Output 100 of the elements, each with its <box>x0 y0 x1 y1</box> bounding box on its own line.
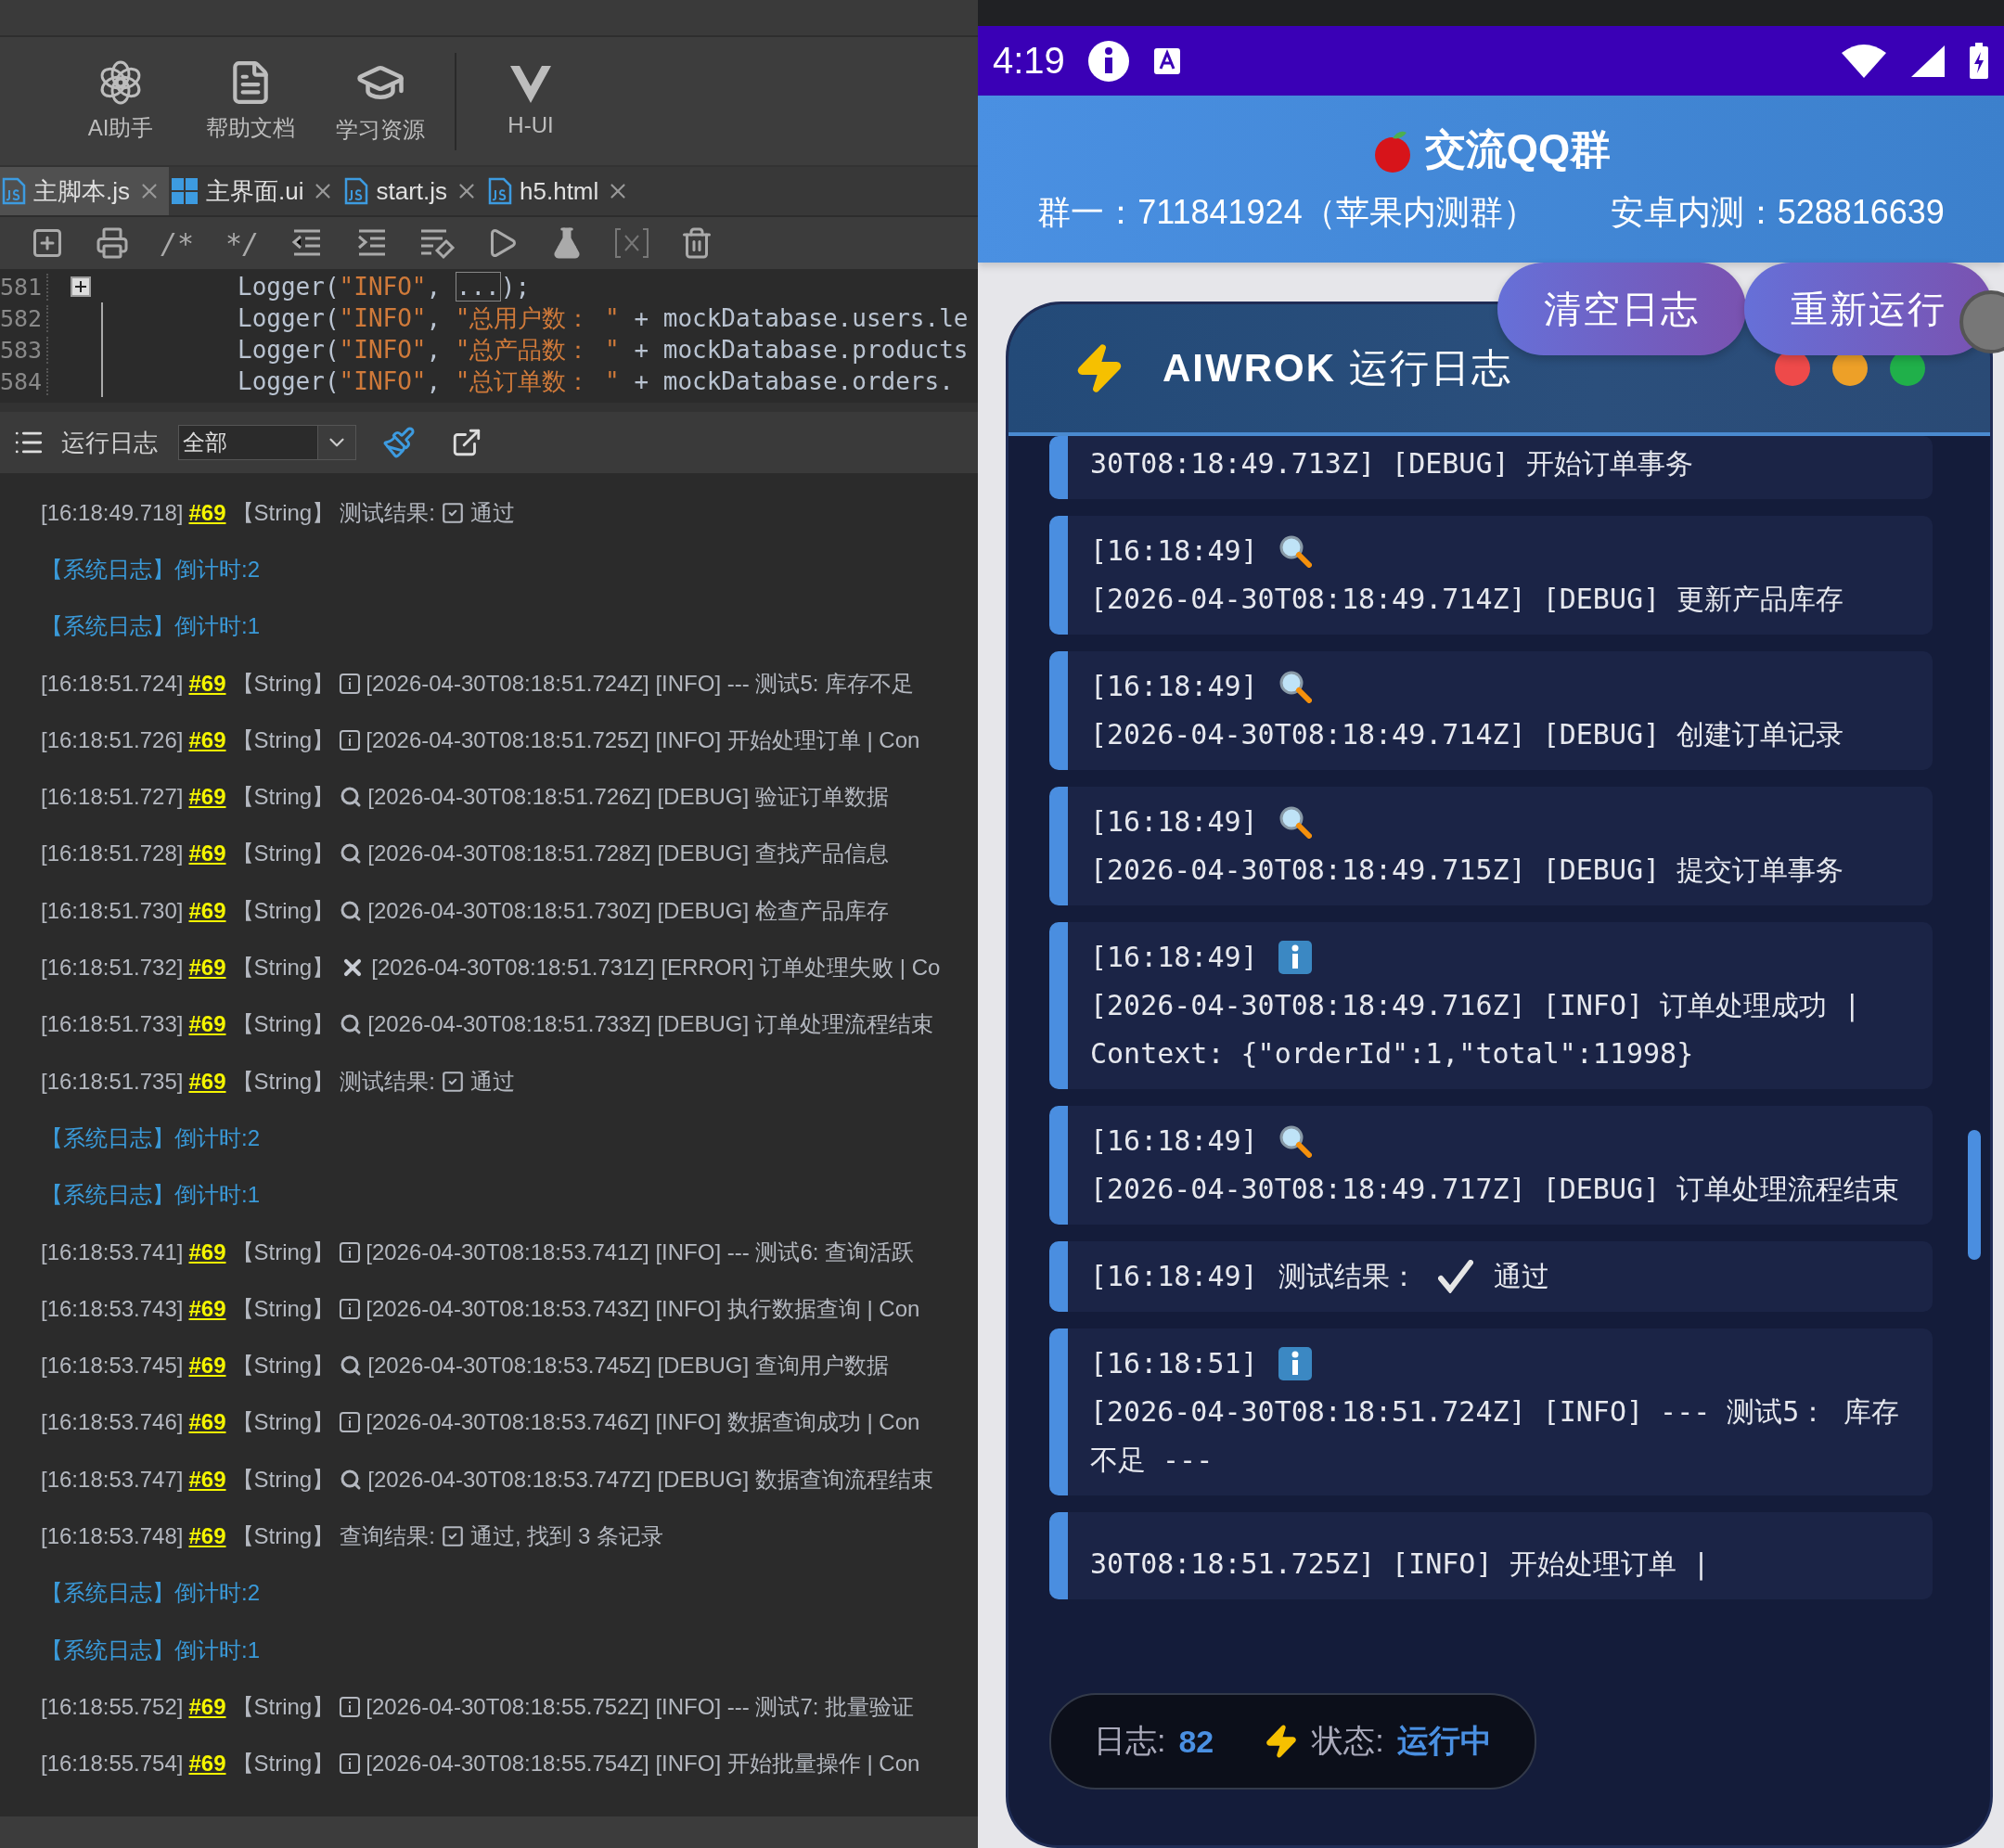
toolbar-button[interactable]: 学习资源 <box>315 45 445 157</box>
clock: 4:19 <box>993 40 1065 82</box>
log-source-link[interactable]: #69 <box>188 1466 226 1493</box>
log-source-link[interactable]: #69 <box>188 1011 226 1038</box>
info-icon <box>340 673 361 694</box>
log-source-link[interactable]: #69 <box>188 1068 226 1095</box>
file-tab[interactable]: start.js <box>342 167 487 215</box>
log-message: [2026-04-30T08:18:53.746Z] [INFO] 数据查询成功 | Con <box>366 1408 920 1437</box>
log-type: 【String】 <box>231 1067 335 1096</box>
log-time: [16:18:49] <box>1090 940 1258 975</box>
export-icon <box>451 427 482 458</box>
tab-label: h5.html <box>520 176 599 206</box>
expand-icon[interactable] <box>71 276 91 297</box>
log-time: [16:18:51] <box>1090 1346 1258 1381</box>
toolbar-button[interactable]: H-UI <box>466 45 596 157</box>
action-button[interactable]: 清空日志 <box>1497 263 1746 355</box>
log-time: [16:18:51.730] <box>41 897 184 924</box>
log-time: [16:18:51.732] <box>41 955 184 981</box>
log-source-link[interactable]: #69 <box>188 1693 226 1720</box>
log-type: 【String】 <box>231 725 335 754</box>
search-icon <box>340 1468 363 1491</box>
keyboard-icon <box>1151 45 1182 76</box>
log-type: 【String】 <box>231 1750 335 1778</box>
editor-tool-button[interactable]: /* <box>154 223 200 263</box>
info-icon <box>340 1696 361 1717</box>
log-time: [16:18:51.724] <box>41 670 184 697</box>
search-icon <box>340 842 363 866</box>
file-icon <box>488 177 513 205</box>
tab-label: 主界面.ui <box>206 175 304 207</box>
info-icon <box>340 1241 361 1263</box>
log-type: 【String】 <box>231 1692 335 1721</box>
log-source-link[interactable]: #69 <box>188 1353 226 1380</box>
system-log-text: 【系统日志】倒计时:1 <box>41 1181 260 1210</box>
count-label: 日志: <box>1094 1722 1166 1760</box>
log-type: 【String】 <box>231 896 335 925</box>
log-label: 查询结果: <box>340 1522 435 1550</box>
log-source-link[interactable]: #69 <box>188 1523 226 1549</box>
log-source-link[interactable]: #69 <box>188 955 226 981</box>
count-value: 82 <box>1178 1723 1214 1760</box>
file-icon <box>344 177 369 205</box>
log-source-link[interactable]: #69 <box>188 1238 226 1265</box>
log-source-link[interactable]: #69 <box>188 670 226 697</box>
log-time: [16:18:49] <box>1090 1259 1258 1294</box>
log-type: 【String】 <box>231 1352 335 1380</box>
log-message: [2026-04-30T08:18:51.725Z] [INFO] 开始处理订单 | Con <box>366 725 920 754</box>
add-icon <box>31 226 64 260</box>
log-time: [16:18:53.748] <box>41 1523 184 1549</box>
system-log-text: 【系统日志】倒计时:2 <box>41 1123 260 1152</box>
file-icon <box>2 177 26 205</box>
log-time: [16:18:49] <box>1090 804 1258 840</box>
log-time: [16:18:49] <box>1090 669 1258 704</box>
log-source-link[interactable]: #69 <box>188 1751 226 1777</box>
log-message: [2026-04-30T08:18:49.716Z] [INFO] 订单处理成功 | Context: {"orderId":1,"total":11998} <box>1090 988 1862 1072</box>
log-message: [2026-04-30T08:18:51.724Z] [INFO] --- 测试5: 库存不足 <box>366 669 915 698</box>
log-time: [16:18:55.754] <box>41 1751 184 1777</box>
toolbar-button[interactable]: AI助手 <box>56 45 186 157</box>
log-time: [16:18:55.752] <box>41 1693 184 1720</box>
log-time: [16:18:51.727] <box>41 784 184 811</box>
search-icon <box>340 899 363 922</box>
toolbar-button[interactable]: 帮助文档 <box>186 45 315 157</box>
log-message: 30T08:18:51.725Z] [INFO] 开始处理订单 | <box>1090 1547 1710 1580</box>
log-source-link[interactable]: #69 <box>188 1295 226 1322</box>
log-time: [16:18:53.746] <box>41 1409 184 1436</box>
log-type: 【String】 <box>231 669 335 698</box>
log-source-link[interactable]: #69 <box>188 499 226 526</box>
info-icon <box>340 1753 361 1775</box>
v-logo-icon <box>508 64 553 105</box>
log-source-link[interactable]: #69 <box>188 784 226 811</box>
filter-select[interactable]: 全部 <box>178 425 356 460</box>
log-type: 【String】 <box>231 840 335 868</box>
log-message: [2026-04-30T08:18:51.731Z] [ERROR] 订单处理失败 | Co <box>371 954 941 982</box>
info-icon <box>340 1412 361 1433</box>
log-message: [2026-04-30T08:18:49.717Z] [DEBUG] 订单处理流程结束 <box>1090 1172 1901 1207</box>
search-icon <box>1278 1124 1312 1158</box>
log-message: [2026-04-30T08:18:51.724Z] [INFO] --- 测试5： 库存不足 --- <box>1090 1394 1901 1478</box>
search-icon <box>1278 805 1312 839</box>
wifi-icon <box>1841 43 1887 79</box>
info-icon <box>1086 39 1130 83</box>
log-time: [16:18:53.747] <box>41 1466 184 1493</box>
search-icon <box>340 1013 363 1036</box>
log-time: [16:18:51.735] <box>41 1068 184 1095</box>
log-source-link[interactable]: #69 <box>188 1409 226 1436</box>
log-source-link[interactable]: #69 <box>188 897 226 924</box>
log-source-link[interactable]: #69 <box>188 841 226 867</box>
search-icon <box>1278 670 1312 703</box>
checkbox-icon <box>440 500 465 525</box>
file-tab[interactable]: h5.html <box>486 167 638 215</box>
code-line: Logger("INFO", "总订单数： " + mockDatabase.orders. <box>238 366 954 397</box>
log-label: 测试结果： <box>1278 1259 1418 1294</box>
log-message: 通过 <box>1493 1259 1549 1294</box>
file-tab[interactable]: 主脚本.js <box>0 167 169 215</box>
log-message: [2026-04-30T08:18:53.745Z] [DEBUG] 查询用户数据 <box>367 1352 889 1380</box>
search-icon <box>340 786 363 809</box>
log-message: [2026-04-30T08:18:53.747Z] [DEBUG] 数据查询流程结束 <box>367 1465 933 1494</box>
editor-tool-button[interactable]: */ <box>219 223 265 263</box>
log-message: [2026-04-30T08:18:55.752Z] [INFO] --- 测试7: 批量验证 <box>366 1692 915 1721</box>
log-source-link[interactable]: #69 <box>188 726 226 753</box>
log-message: [2026-04-30T08:18:51.728Z] [DEBUG] 查找产品信息 <box>367 840 889 868</box>
log-message: [2026-04-30T08:18:49.714Z] [DEBUG] 更新产品库存 <box>1090 582 1845 617</box>
file-tab[interactable]: 主界面.ui <box>169 167 343 215</box>
